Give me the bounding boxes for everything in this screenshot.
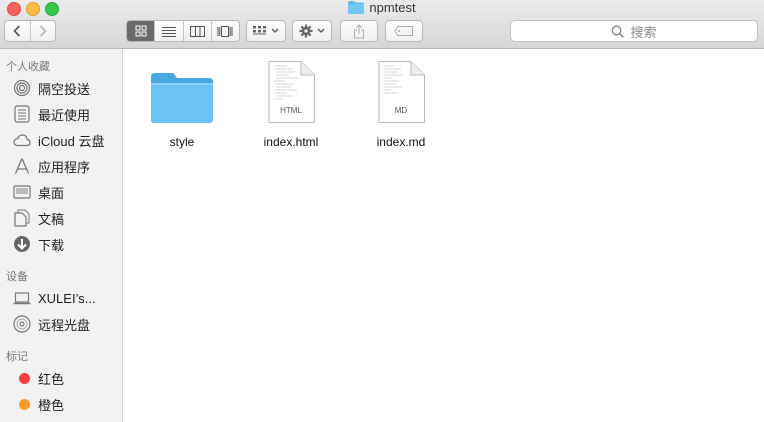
sidebar-item-desktop[interactable]: 桌面 — [12, 181, 120, 203]
html-document-icon: HTML — [246, 57, 336, 123]
laptop-icon — [12, 288, 32, 308]
markdown-document-icon: MD — [356, 57, 446, 123]
finder-window: npmtest 搜索 个人收藏 隔空投送 最近使用 iCloud 云盘 应用程序… — [0, 0, 764, 422]
sidebar-section-favorites: 个人收藏 — [6, 61, 50, 73]
nav-button-group — [4, 20, 56, 42]
file-name: index.html — [263, 135, 319, 149]
sidebar-item-laptop[interactable]: XULEI’s... — [12, 287, 120, 309]
icon-view-button[interactable] — [127, 21, 155, 41]
search-placeholder: 搜索 — [630, 24, 657, 40]
downloads-icon — [12, 234, 32, 254]
applications-icon — [12, 156, 32, 176]
disc-icon — [12, 314, 32, 334]
sidebar-item-label: 桌面 — [38, 185, 65, 201]
gallery-view-icon — [217, 25, 233, 37]
recents-icon — [12, 104, 32, 124]
column-view-button[interactable] — [182, 21, 211, 41]
chevron-right-icon — [39, 25, 47, 37]
chevron-left-icon — [13, 25, 21, 37]
desktop-icon — [12, 182, 32, 202]
share-icon — [354, 23, 364, 38]
svg-text:MD: MD — [395, 106, 408, 115]
edit-tags-button[interactable] — [385, 20, 423, 42]
sidebar-item-remote-disc[interactable]: 远程光盘 — [12, 313, 120, 335]
toolbar: npmtest 搜索 — [0, 0, 764, 49]
arrange-icon — [253, 26, 266, 35]
sidebar-item-label: 远程光盘 — [38, 317, 91, 333]
folder-icon — [348, 1, 365, 18]
tag-icon — [394, 26, 413, 36]
sidebar-item-label: 最近使用 — [38, 107, 91, 123]
sidebar-item-applications[interactable]: 应用程序 — [12, 155, 120, 177]
sidebar-item-recents[interactable]: 最近使用 — [12, 103, 120, 125]
svg-text:HTML: HTML — [280, 106, 302, 115]
sidebar-item-airdrop[interactable]: 隔空投送 — [12, 77, 120, 99]
gear-icon — [299, 24, 313, 38]
sidebar-item-label: 红色 — [38, 371, 65, 387]
chevron-down-icon — [271, 28, 279, 33]
tag-dot-icon — [12, 368, 32, 388]
file-name: index.md — [376, 135, 426, 149]
sidebar-item-label: iCloud 云盘 — [38, 133, 105, 149]
chevron-down-icon — [317, 28, 325, 33]
window-title: npmtest — [369, 0, 416, 15]
tag-dot-icon — [12, 394, 32, 414]
sidebar-item-label: 橙色 — [38, 397, 65, 413]
sidebar-item-icloud[interactable]: iCloud 云盘 — [12, 129, 120, 151]
sidebar-item-label: XULEI’s... — [38, 290, 96, 306]
folder-icon — [137, 57, 227, 123]
window-title-bar: npmtest — [0, 0, 764, 16]
sidebar-item-tag-orange[interactable]: 橙色 — [12, 393, 120, 415]
documents-icon — [12, 208, 32, 228]
sidebar: 个人收藏 隔空投送 最近使用 iCloud 云盘 应用程序 桌面 文稿 下载 设… — [0, 49, 123, 422]
sidebar-item-label: 隔空投送 — [38, 81, 91, 97]
icloud-icon — [12, 130, 32, 150]
icon-view-icon — [135, 25, 147, 37]
sidebar-item-label: 下载 — [38, 237, 65, 253]
airdrop-icon — [12, 78, 32, 98]
file-browser: style HTML index.html MD index.md — [123, 49, 764, 422]
view-mode-group — [126, 20, 240, 42]
sidebar-item-label: 应用程序 — [38, 159, 91, 175]
column-view-icon — [189, 25, 205, 37]
file-item-md[interactable]: MD index.md — [356, 57, 446, 149]
sidebar-item-label: 文稿 — [38, 211, 65, 227]
list-view-button[interactable] — [154, 21, 182, 41]
search-icon — [611, 24, 625, 38]
file-name: style — [169, 135, 195, 149]
sidebar-section-devices: 设备 — [6, 271, 28, 283]
forward-button[interactable] — [29, 21, 56, 41]
share-button[interactable] — [340, 20, 378, 42]
arrange-button[interactable] — [246, 20, 286, 42]
search-field[interactable]: 搜索 — [510, 20, 758, 42]
list-view-icon — [161, 26, 176, 37]
file-item-folder[interactable]: style — [137, 57, 227, 149]
sidebar-item-documents[interactable]: 文稿 — [12, 207, 120, 229]
back-button[interactable] — [5, 21, 30, 41]
sidebar-item-tag-red[interactable]: 红色 — [12, 367, 120, 389]
sidebar-item-downloads[interactable]: 下载 — [12, 233, 120, 255]
action-button[interactable] — [292, 20, 332, 42]
sidebar-section-tags: 标记 — [6, 351, 28, 363]
gallery-view-button[interactable] — [210, 21, 239, 41]
file-item-html[interactable]: HTML index.html — [246, 57, 336, 149]
